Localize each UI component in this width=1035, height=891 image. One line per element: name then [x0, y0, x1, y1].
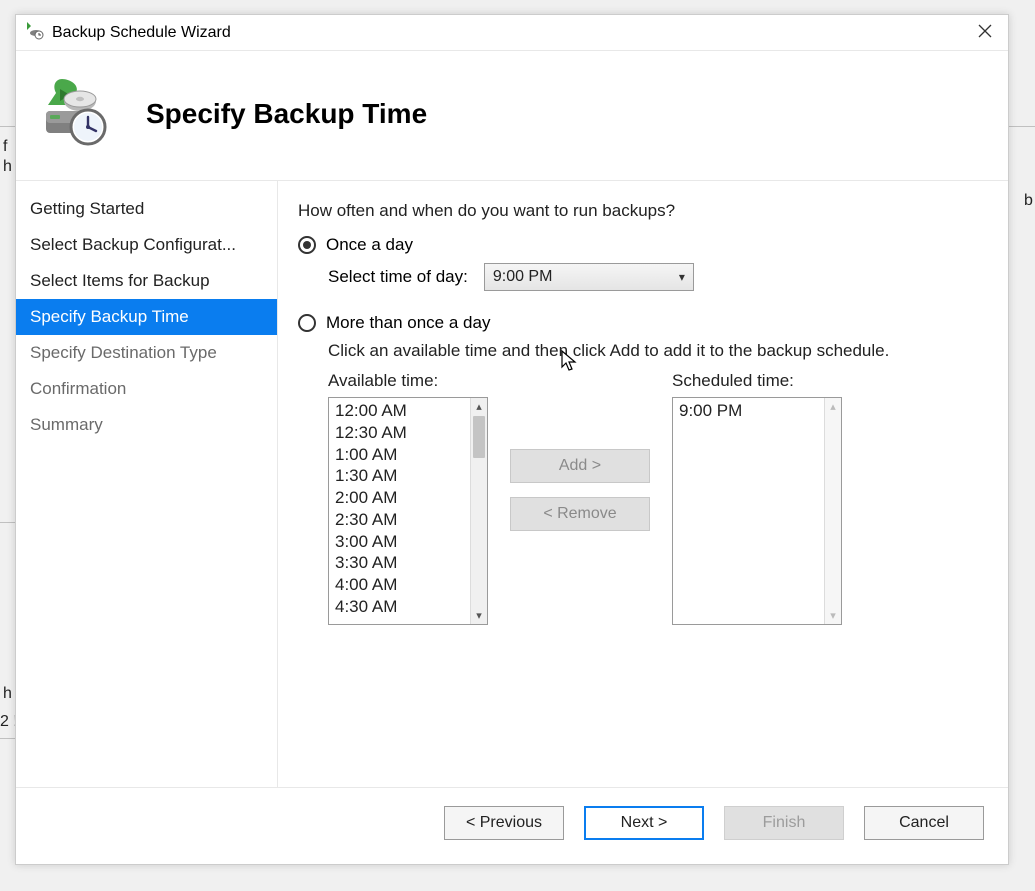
wizard-steps: Getting Started Select Backup Configurat…: [16, 181, 278, 787]
wizard-body: Getting Started Select Backup Configurat…: [16, 181, 1008, 787]
page-title: Specify Backup Time: [146, 98, 427, 130]
bg-line: [1009, 126, 1035, 127]
next-button[interactable]: Next >: [584, 806, 704, 840]
available-time-listbox[interactable]: 12:00 AM 12:30 AM 1:00 AM 1:30 AM 2:00 A…: [328, 397, 488, 625]
time-of-day-label: Select time of day:: [328, 267, 468, 287]
step-summary[interactable]: Summary: [16, 407, 277, 443]
time-lists: Available time: 12:00 AM 12:30 AM 1:00 A…: [328, 371, 980, 625]
time-of-day-dropdown[interactable]: 9:00 PM ▾: [484, 263, 694, 291]
scroll-up-icon[interactable]: ▴: [825, 398, 841, 415]
list-item[interactable]: 3:00 AM: [335, 531, 481, 553]
remove-button[interactable]: < Remove: [510, 497, 650, 531]
close-button[interactable]: [972, 19, 998, 46]
radio-once-a-day[interactable]: [298, 236, 316, 254]
list-item[interactable]: 2:30 AM: [335, 509, 481, 531]
titlebar: Backup Schedule Wizard: [16, 15, 1008, 51]
window-title: Backup Schedule Wizard: [52, 24, 231, 42]
list-item[interactable]: 3:30 AM: [335, 552, 481, 574]
bg-text: b: [1024, 192, 1033, 210]
available-label: Available time:: [328, 371, 488, 391]
bg-line: [0, 522, 15, 523]
step-select-backup-config[interactable]: Select Backup Configurat...: [16, 227, 277, 263]
app-icon: [24, 20, 44, 45]
list-item[interactable]: 12:30 AM: [335, 422, 481, 444]
list-item[interactable]: 12:00 AM: [335, 400, 481, 422]
step-select-items[interactable]: Select Items for Backup: [16, 263, 277, 299]
radio-once-a-day-row: Once a day: [298, 235, 980, 255]
radio-more-than-once-label: More than once a day: [326, 313, 490, 333]
scroll-thumb[interactable]: [473, 416, 485, 458]
available-column: Available time: 12:00 AM 12:30 AM 1:00 A…: [328, 371, 488, 625]
question-text: How often and when do you want to run ba…: [298, 201, 980, 221]
list-item[interactable]: 4:30 AM: [335, 596, 481, 618]
scheduled-label: Scheduled time:: [672, 371, 842, 391]
step-getting-started[interactable]: Getting Started: [16, 191, 277, 227]
add-button[interactable]: Add >: [510, 449, 650, 483]
step-confirmation[interactable]: Confirmation: [16, 371, 277, 407]
list-item[interactable]: 1:30 AM: [335, 465, 481, 487]
bg-text: h: [3, 158, 12, 176]
scheduled-column: Scheduled time: 9:00 PM ▴ ▾: [672, 371, 842, 625]
time-of-day-row: Select time of day: 9:00 PM ▾: [328, 263, 980, 291]
radio-once-a-day-label: Once a day: [326, 235, 413, 255]
titlebar-left: Backup Schedule Wizard: [24, 20, 231, 45]
add-remove-buttons: Add > < Remove: [510, 449, 650, 531]
scroll-up-icon[interactable]: ▴: [471, 398, 487, 415]
cancel-button[interactable]: Cancel: [864, 806, 984, 840]
step-specify-backup-time[interactable]: Specify Backup Time: [16, 299, 277, 335]
radio-more-than-once[interactable]: [298, 314, 316, 332]
scheduled-time-listbox[interactable]: 9:00 PM ▴ ▾: [672, 397, 842, 625]
list-item[interactable]: 2:00 AM: [335, 487, 481, 509]
list-item[interactable]: 9:00 PM: [679, 400, 835, 422]
chevron-down-icon: ▾: [679, 270, 685, 284]
wizard-dialog: Backup Schedule Wizard Specify Back: [15, 14, 1009, 865]
finish-button[interactable]: Finish: [724, 806, 844, 840]
wizard-content: How often and when do you want to run ba…: [278, 181, 1008, 787]
bg-text: h: [3, 685, 12, 703]
time-of-day-value: 9:00 PM: [493, 268, 553, 286]
step-specify-destination-type[interactable]: Specify Destination Type: [16, 335, 277, 371]
bg-line: [0, 738, 15, 739]
scroll-down-icon[interactable]: ▾: [825, 607, 841, 624]
scrollbar[interactable]: ▴ ▾: [824, 398, 841, 624]
scrollbar[interactable]: ▴ ▾: [470, 398, 487, 624]
scroll-down-icon[interactable]: ▾: [471, 607, 487, 624]
list-item[interactable]: 1:00 AM: [335, 444, 481, 466]
instruction-text: Click an available time and then click A…: [328, 341, 980, 361]
bg-line: [0, 126, 15, 127]
wizard-header: Specify Backup Time: [16, 51, 1008, 181]
wizard-footer: < Previous Next > Finish Cancel: [16, 787, 1008, 864]
radio-more-than-once-row: More than once a day: [298, 313, 980, 333]
list-item[interactable]: 4:00 AM: [335, 574, 481, 596]
bg-text: f: [3, 138, 7, 156]
wizard-header-icon: [36, 75, 110, 152]
previous-button[interactable]: < Previous: [444, 806, 564, 840]
